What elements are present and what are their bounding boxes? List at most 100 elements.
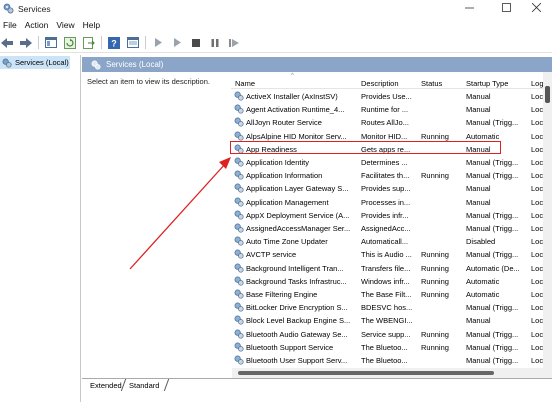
cell-description: Processes in...: [361, 197, 411, 207]
maximize-button[interactable]: [488, 0, 524, 15]
table-row[interactable]: Auto Time Zone Updater Automaticall... Dis…: [231, 235, 552, 248]
table-row[interactable]: Application Layer Gateway S... Provides s…: [231, 182, 552, 195]
cell-description: Automaticall...: [361, 237, 409, 247]
column-header-status[interactable]: Status: [421, 79, 466, 88]
vertical-scroll-thumb[interactable]: [545, 86, 550, 103]
cell-description: Routes AllJo...: [361, 118, 409, 128]
table-row[interactable]: Block Level Backup Engine S... The WBENGI…: [231, 314, 552, 327]
menu-bar: File Action View Help: [0, 17, 552, 32]
pane-header: Services (Local): [82, 57, 552, 72]
table-row[interactable]: Bluetooth Audio Gateway Se... Service sup…: [231, 328, 552, 341]
table-row[interactable]: Bluetooth User Support Serv... The Blueto…: [231, 354, 552, 367]
cell-name: AVCTP service: [246, 250, 297, 260]
table-row[interactable]: Application Management Processes in... Man…: [231, 196, 552, 209]
service-gear-icon: [234, 183, 244, 193]
column-header-description[interactable]: Description: [361, 79, 416, 88]
tab-standard[interactable]: Standard: [126, 381, 162, 390]
refresh-icon[interactable]: [63, 36, 77, 50]
cell-name: AssignedAccessManager Ser...: [246, 224, 351, 233]
table-row[interactable]: Base Filtering Engine The Base Filt... Run…: [231, 288, 552, 301]
table-row[interactable]: AppX Deployment Service (A... Provides in…: [231, 209, 552, 222]
cell-name: Background Intelligent Tran...: [246, 263, 344, 273]
back-arrow-icon[interactable]: [0, 36, 14, 50]
window-title: Services: [18, 3, 51, 14]
service-gear-icon: [234, 355, 244, 365]
cell-startup-type: Manual (Trigg...: [466, 158, 519, 167]
pane-header-title: Services (Local): [106, 60, 164, 69]
toolbar-separator: [38, 36, 39, 49]
cell-startup-type: Disabled: [466, 237, 496, 247]
horizontal-scrollbar[interactable]: [232, 368, 543, 378]
cell-status: Running: [421, 171, 449, 181]
table-row[interactable]: BitLocker Drive Encryption S... BDESVC ho…: [231, 301, 552, 314]
highlight-box: [230, 141, 501, 154]
stop-service-icon[interactable]: [189, 36, 203, 50]
service-gear-icon: [234, 329, 244, 339]
cell-description: Monitor HID...: [361, 131, 408, 141]
cell-startup-type: Manual: [466, 105, 491, 115]
start-service-alt-icon[interactable]: [170, 36, 184, 50]
menu-file[interactable]: File: [0, 20, 22, 30]
table-row[interactable]: AVCTP service This is Audio ... Running Man…: [231, 248, 552, 261]
cell-name: Agent Activation Runtime_4...: [246, 105, 345, 115]
table-row[interactable]: AllJoyn Router Service Routes AllJo... Man…: [231, 116, 552, 129]
console-tree-icon[interactable]: [44, 36, 58, 50]
cell-startup-type: Manual (Trigg...: [466, 356, 519, 365]
description-text: Select an item to view its description.: [87, 77, 210, 86]
table-row[interactable]: Application Information Facilitates th...…: [231, 169, 552, 182]
cell-description: Transfers file...: [361, 263, 411, 273]
cell-name: Application Layer Gateway S...: [246, 184, 349, 194]
table-row[interactable]: Background Intelligent Tran... Transfers …: [231, 262, 552, 275]
restart-service-icon[interactable]: [227, 36, 241, 50]
properties-icon[interactable]: [126, 36, 140, 50]
export-list-icon[interactable]: [82, 36, 96, 50]
column-header-startup-type[interactable]: Startup Type: [466, 79, 526, 88]
cell-status: Running: [421, 276, 449, 286]
cell-description: The Base Filt...: [361, 290, 412, 299]
table-row[interactable]: AssignedAccessManager Ser... AssignedAcc.…: [231, 222, 552, 235]
cell-startup-type: Automatic: [466, 131, 500, 141]
console-tree: Services (Local): [0, 55, 81, 402]
cell-startup-type: Manual (Trigg...: [466, 224, 519, 233]
start-service-icon[interactable]: [151, 36, 165, 50]
menu-help[interactable]: Help: [80, 20, 105, 30]
cell-name: Bluetooth Support Service: [246, 342, 334, 352]
forward-arrow-icon[interactable]: [19, 36, 33, 50]
table-row[interactable]: ActiveX Installer (AxInstSV) Provides Use…: [231, 90, 552, 103]
horizontal-scroll-thumb[interactable]: [238, 371, 494, 375]
column-header-name[interactable]: Name: [235, 79, 355, 88]
pause-service-icon[interactable]: [208, 36, 222, 50]
service-gear-icon: [234, 91, 244, 101]
cell-name: AlpsAlpine HID Monitor Serv...: [246, 131, 347, 141]
tab-extended[interactable]: Extended: [87, 381, 125, 390]
service-gear-icon: [234, 157, 244, 167]
menu-action[interactable]: Action: [22, 20, 54, 30]
cell-name: Application Identity: [246, 158, 309, 167]
cell-name: Application Information: [246, 171, 323, 181]
tree-item-label: Services (Local): [15, 58, 69, 67]
table-row[interactable]: Application Identity Determines ... Manual…: [231, 156, 552, 169]
help-icon[interactable]: ?: [107, 36, 121, 50]
cell-name: ActiveX Installer (AxInstSV): [246, 92, 338, 101]
cell-description: AssignedAcc...: [361, 224, 411, 233]
svg-text:?: ?: [111, 38, 117, 48]
service-gear-icon: [234, 104, 244, 114]
toolbar: ?: [0, 33, 552, 53]
cell-startup-type: Manual (Trigg...: [466, 210, 519, 220]
services-icon: [2, 58, 12, 68]
menu-view[interactable]: View: [53, 20, 79, 30]
cell-status: Running: [421, 250, 449, 260]
cell-description: Provides Use...: [361, 92, 412, 101]
table-row[interactable]: Bluetooth Support Service The Bluetoo... R…: [231, 341, 552, 354]
cell-name: Block Level Backup Engine S...: [246, 316, 351, 326]
title-bar: Services: [0, 0, 552, 17]
minimize-button[interactable]: [451, 0, 487, 15]
cell-startup-type: Automatic: [466, 276, 500, 286]
close-button[interactable]: [520, 0, 552, 15]
tree-item-services-local[interactable]: Services (Local): [0, 56, 70, 69]
table-row[interactable]: Background Tasks Infrastruc... Windows in…: [231, 275, 552, 288]
table-row[interactable]: Agent Activation Runtime_4... Runtime for…: [231, 103, 552, 116]
vertical-scrollbar[interactable]: [543, 72, 552, 378]
cell-name: AllJoyn Router Service: [246, 118, 322, 128]
cell-description: Runtime for ...: [361, 105, 409, 115]
